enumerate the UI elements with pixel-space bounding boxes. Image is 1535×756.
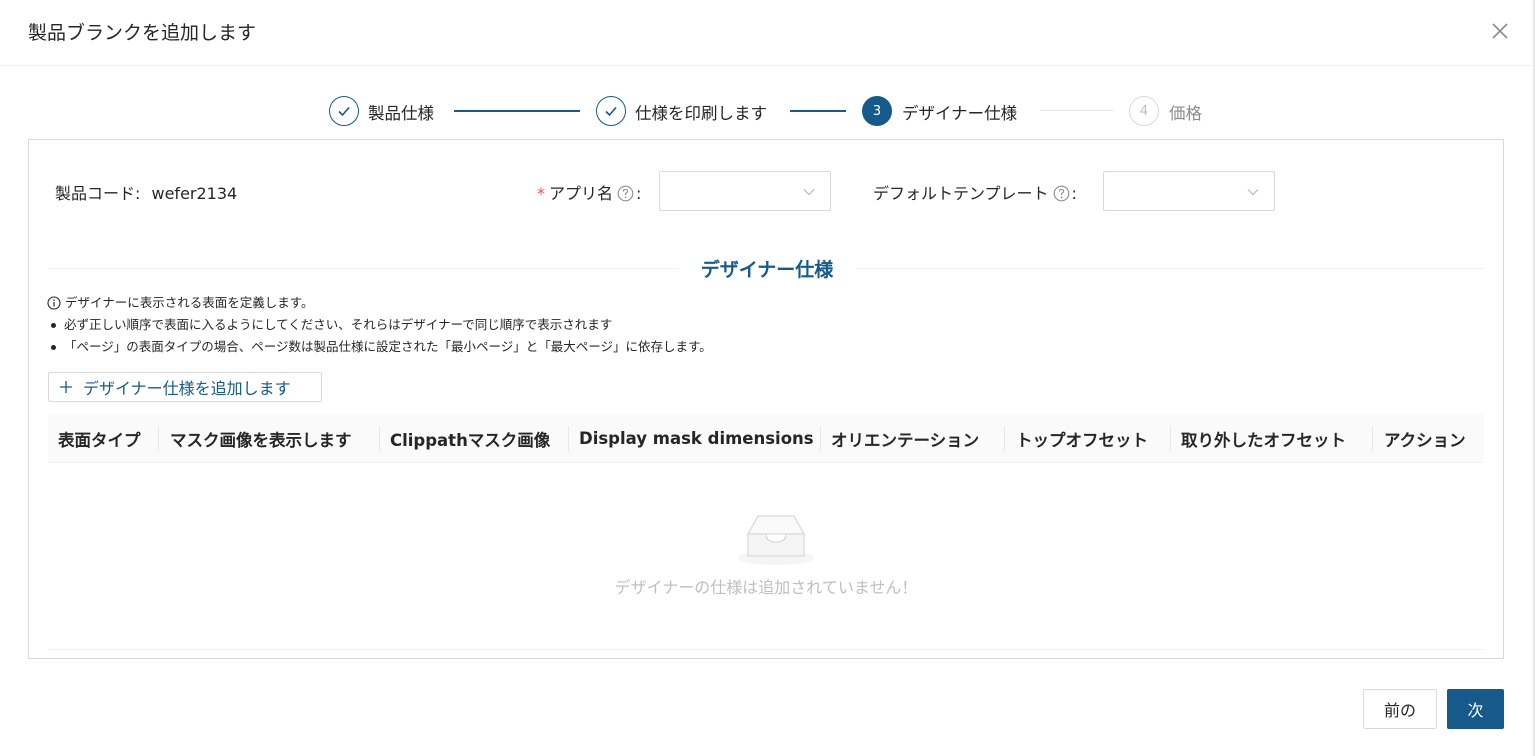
add-product-blank-dialog: 製品ブランクを追加します 製品仕様 仕様を印刷します 3 デザイナー仕様 4 価… (0, 0, 1535, 756)
bullet-dot (51, 344, 56, 350)
step-2-check-icon (596, 96, 626, 126)
col-removed-offset: 取り外したオフセット (1181, 430, 1346, 450)
col-orientation: オリエンテーション (831, 430, 980, 450)
product-code-field: 製品コード: wefer2134 (55, 180, 237, 204)
empty-message: デザイナーの仕様は追加されていません！ (614, 578, 918, 597)
table-empty-state: デザイナーの仕様は追加されていません！ (48, 464, 1484, 650)
required-mark: * (537, 184, 545, 203)
info-note: デザイナーに表示される表面を定義します。 (47, 292, 712, 314)
close-icon (1492, 23, 1508, 39)
add-designer-spec-button[interactable]: デザイナー仕様を追加します (48, 372, 322, 402)
section-notes: デザイナーに表示される表面を定義します。 必ず正しい順序で表面に入るようにしてく… (47, 292, 712, 358)
template-colon: : (1071, 184, 1077, 203)
add-designer-spec-label: デザイナー仕様を追加します (83, 379, 291, 398)
step-3-number: 3 (862, 96, 892, 126)
empty-inbox-icon (738, 515, 814, 565)
app-name-label: アプリ名 (549, 184, 614, 203)
info-icon (47, 296, 61, 310)
section-title: デザイナー仕様 (29, 255, 1505, 282)
col-action: アクション (1384, 430, 1466, 450)
template-label: デフォルトテンプレート (873, 184, 1049, 203)
close-button[interactable] (1488, 19, 1512, 43)
step-connector-1 (454, 110, 580, 112)
step-2-label: 仕様を印刷します (635, 104, 767, 123)
product-code-value: wefer2134 (151, 184, 238, 203)
steps-progress: 製品仕様 仕様を印刷します 3 デザイナー仕様 4 価格 (0, 94, 1535, 128)
chevron-down-icon (1247, 189, 1259, 196)
col-clippath-mask: Clippathマスク画像 (390, 430, 551, 450)
col-surface-type: 表面タイプ (58, 430, 141, 450)
next-button[interactable]: 次 (1447, 689, 1504, 729)
designer-spec-panel: 製品コード: wefer2134 * アプリ名 : デフォルトテンプレート : デ… (28, 139, 1504, 659)
dialog-header: 製品ブランクを追加します (0, 0, 1533, 66)
bullet-note-1: 必ず正しい順序で表面に入るようにしてください、それらはデザイナーで同じ順序で表示… (47, 314, 712, 336)
bullet-dot (51, 322, 56, 328)
step-3-label: デザイナー仕様 (902, 104, 1018, 123)
step-1-label: 製品仕様 (368, 104, 434, 123)
dialog-title: 製品ブランクを追加します (28, 22, 257, 44)
app-name-label-group: * アプリ名 : (537, 180, 641, 206)
col-show-mask-image: マスク画像を表示します (170, 430, 352, 450)
step-4-number: 4 (1129, 96, 1159, 126)
table-header: 表面タイプ マスク画像を表示します Clippathマスク画像 Display … (48, 414, 1484, 463)
step-connector-2 (790, 110, 846, 112)
product-code-label: 製品コード: (55, 184, 141, 203)
col-display-mask-dimensions: Display mask dimensions (579, 429, 814, 448)
app-name-colon: : (636, 184, 642, 203)
bullet-note-2: 「ページ」の表面タイプの場合、ページ数は製品仕様に設定された「最小ページ」と「最… (47, 336, 712, 358)
default-template-select[interactable] (1103, 171, 1275, 211)
step-connector-3 (1040, 110, 1114, 111)
help-icon[interactable] (1053, 185, 1070, 206)
help-icon[interactable] (617, 185, 634, 206)
prev-button[interactable]: 前の (1363, 689, 1437, 729)
step-4-label: 価格 (1169, 104, 1202, 123)
template-label-group: デフォルトテンプレート : (873, 180, 1077, 206)
step-1-check-icon (329, 96, 359, 126)
chevron-down-icon (803, 189, 815, 196)
app-name-select[interactable] (659, 171, 831, 211)
plus-icon (60, 381, 72, 393)
col-top-offset: トップオフセット (1016, 430, 1148, 450)
